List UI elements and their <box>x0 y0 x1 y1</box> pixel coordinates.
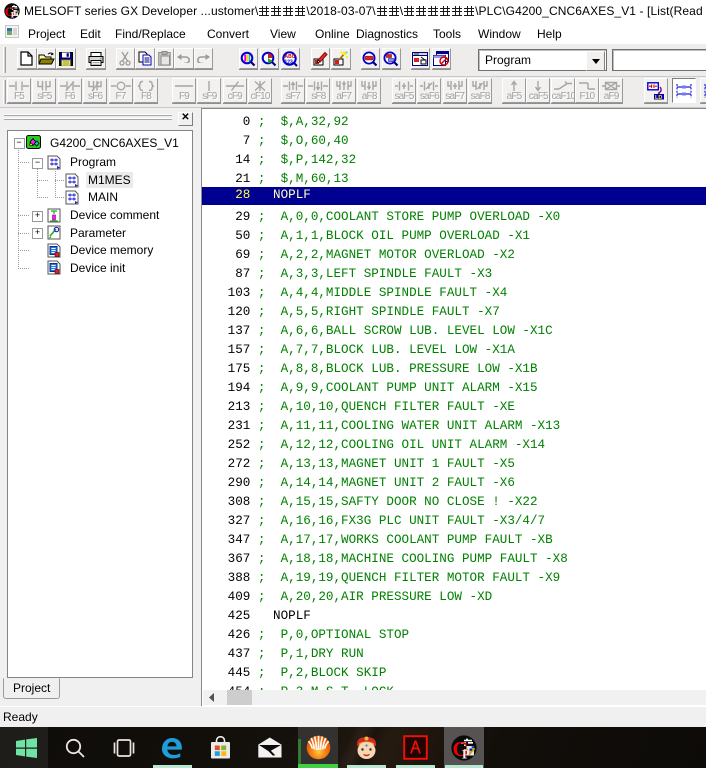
svg-text:P: P <box>462 746 470 761</box>
svg-text:LD: LD <box>655 95 662 100</box>
svg-text:P: P <box>11 10 16 19</box>
svg-text:123: 123 <box>285 59 294 65</box>
